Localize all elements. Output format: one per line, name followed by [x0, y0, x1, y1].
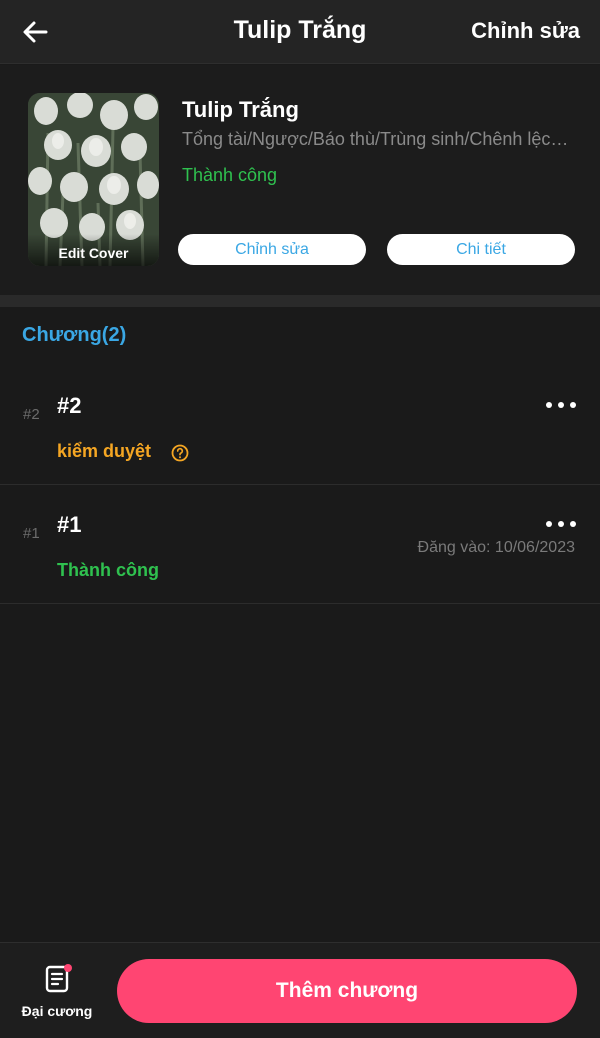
chapter-index: #1	[23, 525, 40, 542]
more-horizontal-icon	[546, 402, 576, 408]
bottom-action-bar: Đại cương Thêm chương	[0, 942, 600, 1038]
chapter-title: #1	[57, 512, 82, 537]
chapter-row[interactable]: #1 #1 Đăng vào: 10/06/2023 Thành công	[0, 486, 600, 604]
chapter-status: Thành công	[57, 560, 159, 580]
app-root: Tulip Trắng Chỉnh sửa Edit Cover Tulip T…	[0, 0, 600, 1038]
document-list-icon	[45, 964, 72, 993]
book-info-card: Edit Cover Tulip Trắng Tổng tài/Ngược/Bá…	[0, 65, 600, 295]
book-detail-button[interactable]: Chi tiết	[387, 234, 575, 265]
top-bar: Tulip Trắng Chỉnh sửa	[0, 0, 600, 64]
outline-label: Đại cương	[21, 1003, 93, 1019]
chapter-publish-date: Đăng vào: 10/06/2023	[417, 539, 575, 556]
chapter-index: #2	[23, 406, 40, 423]
section-divider	[0, 295, 600, 307]
chapter-more-button[interactable]	[544, 397, 578, 413]
question-circle-icon[interactable]	[171, 444, 189, 462]
edit-book-button[interactable]: Chỉnh sửa	[178, 234, 366, 265]
chapter-status: kiểm duyệt	[57, 441, 152, 461]
more-horizontal-icon	[546, 521, 576, 527]
back-button[interactable]	[18, 14, 54, 50]
book-title: Tulip Trắng	[182, 97, 299, 122]
edit-cover-label: Edit Cover	[28, 234, 159, 266]
chapter-title: #2	[57, 393, 82, 418]
chapter-more-button[interactable]	[544, 516, 578, 532]
book-tags: Tổng tài/Ngược/Báo thù/Trùng sinh/Chênh …	[182, 129, 574, 149]
outline-button[interactable]: Đại cương	[14, 961, 100, 1027]
header-edit-button[interactable]: Chỉnh sửa	[471, 18, 580, 44]
add-chapter-button[interactable]: Thêm chương	[117, 959, 577, 1023]
arrow-left-icon	[23, 21, 48, 43]
book-cover[interactable]: Edit Cover	[28, 93, 159, 266]
chapter-row[interactable]: #2 #2 kiểm duyệt	[0, 367, 600, 485]
chapters-heading: Chương(2)	[22, 324, 127, 346]
book-status: Thành công	[182, 165, 278, 185]
